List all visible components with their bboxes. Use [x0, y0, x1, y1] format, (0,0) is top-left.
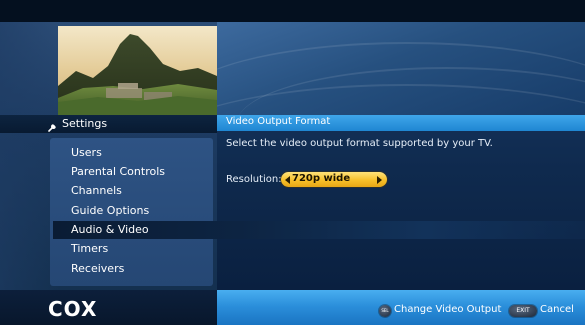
menu-item-guide-options[interactable]: Guide Options: [71, 202, 149, 220]
resolution-value: 720p wide: [292, 173, 351, 184]
menu-item-receivers[interactable]: Receivers: [71, 260, 124, 278]
footer-logo-area: [0, 290, 217, 325]
change-video-output-label[interactable]: Change Video Output: [394, 304, 501, 315]
header-photo: [58, 26, 217, 115]
menu-item-parental-controls[interactable]: Parental Controls: [71, 163, 165, 181]
menu-item-users[interactable]: Users: [71, 144, 102, 162]
left-arrow-icon[interactable]: [285, 176, 290, 184]
cox-logo: COX: [48, 297, 98, 321]
resolution-label: Resolution:: [226, 174, 282, 185]
menu-item-audio-video[interactable]: Audio & Video: [71, 221, 149, 239]
menu-item-channels[interactable]: Channels: [71, 182, 122, 200]
content-header-area: [217, 22, 585, 115]
settings-wrench-icon: [47, 118, 59, 132]
top-band: [0, 0, 585, 22]
right-arrow-icon[interactable]: [377, 176, 382, 184]
panel-title: Video Output Format: [226, 116, 331, 127]
menu-item-timers[interactable]: Timers: [71, 240, 108, 258]
exit-button-icon[interactable]: EXIT: [509, 305, 537, 317]
panel-instruction: Select the video output format supported…: [226, 138, 493, 149]
cancel-label[interactable]: Cancel: [540, 304, 574, 315]
settings-screen: Settings Users Parental Controls Channel…: [0, 0, 585, 325]
sel-button-icon[interactable]: SEL: [379, 305, 391, 317]
sidebar-header: [0, 115, 217, 133]
sidebar-title: Settings: [62, 117, 108, 130]
